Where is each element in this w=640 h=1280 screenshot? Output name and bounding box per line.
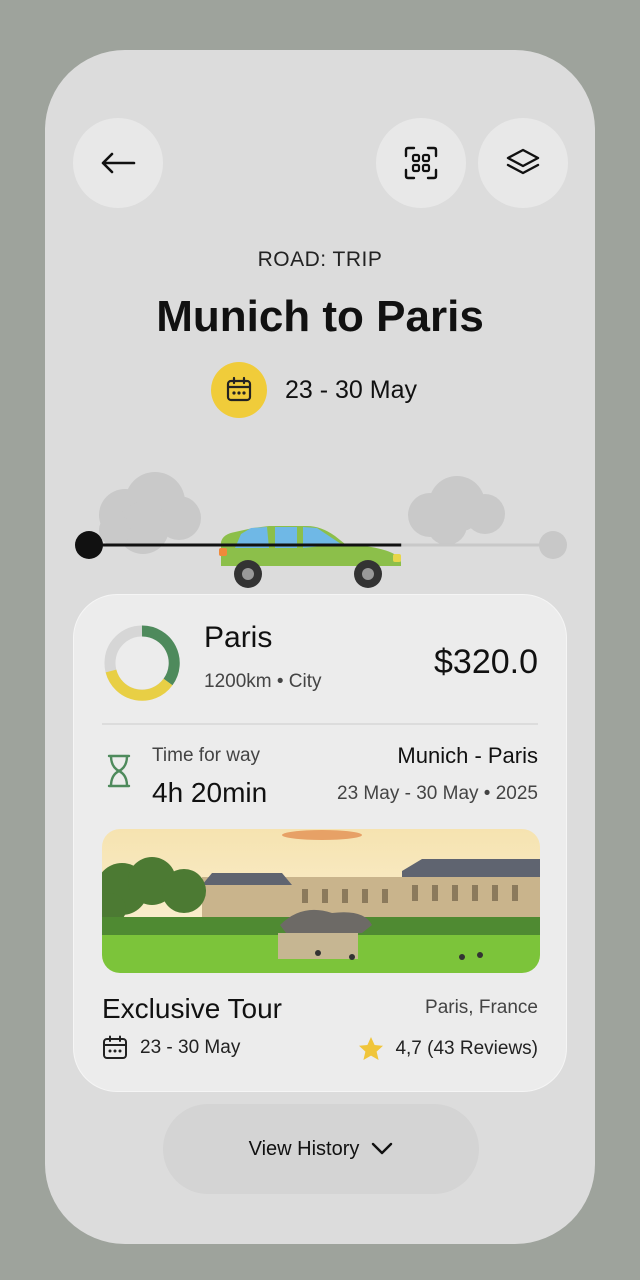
tour-date-row: 23 - 30 May xyxy=(102,1035,240,1061)
route-name: Munich - Paris xyxy=(397,743,538,768)
progress-end-dot xyxy=(539,531,567,559)
trip-date-range: 23 - 30 May xyxy=(285,375,418,404)
layers-button[interactable] xyxy=(478,118,568,208)
trip-category: ROAD: TRIP xyxy=(257,248,383,271)
phone-screen: ROAD: TRIP Munich to Paris 23 - 30 May P… xyxy=(45,50,595,1244)
calendar-icon xyxy=(103,1035,127,1059)
qr-scan-icon xyxy=(404,146,438,180)
tour-name: Exclusive Tour xyxy=(102,993,283,1024)
divider xyxy=(102,723,538,725)
calendar-badge xyxy=(211,362,267,418)
calendar-icon xyxy=(226,376,252,402)
time-label: Time for way xyxy=(152,745,261,766)
hourglass-icon xyxy=(107,754,131,788)
scan-button[interactable] xyxy=(376,118,466,208)
trip-price: $320.0 xyxy=(434,643,538,681)
progress-line xyxy=(75,531,567,559)
tour-location: Paris, France xyxy=(425,997,538,1018)
star-icon xyxy=(359,1037,384,1060)
progress-start-dot xyxy=(75,531,103,559)
trip-dates: 23 - 30 May xyxy=(211,362,417,418)
route-dates: 23 May - 30 May • 2025 xyxy=(337,783,538,804)
tour-rating: 4,7 (43 Reviews) xyxy=(395,1038,538,1059)
view-history-label: View History xyxy=(248,1137,360,1160)
view-history-button[interactable]: View History xyxy=(163,1104,479,1194)
rating-row: 4,7 (43 Reviews) xyxy=(357,1035,538,1063)
distance-ring-chart xyxy=(104,625,180,701)
trip-card[interactable]: Paris 1200km • City $320.0 Time for way … xyxy=(73,594,567,1092)
tour-dates: 23 - 30 May xyxy=(140,1037,241,1058)
chevron-down-icon xyxy=(372,1142,393,1155)
tour-photo[interactable] xyxy=(102,829,540,973)
destination-name: Paris xyxy=(204,621,273,654)
destination-meta: 1200km • City xyxy=(204,671,322,692)
time-value: 4h 20min xyxy=(152,777,268,808)
arrow-left-icon xyxy=(101,152,136,174)
layers-icon xyxy=(506,148,540,175)
back-button[interactable] xyxy=(73,118,163,208)
trip-title: Munich to Paris xyxy=(156,292,484,341)
